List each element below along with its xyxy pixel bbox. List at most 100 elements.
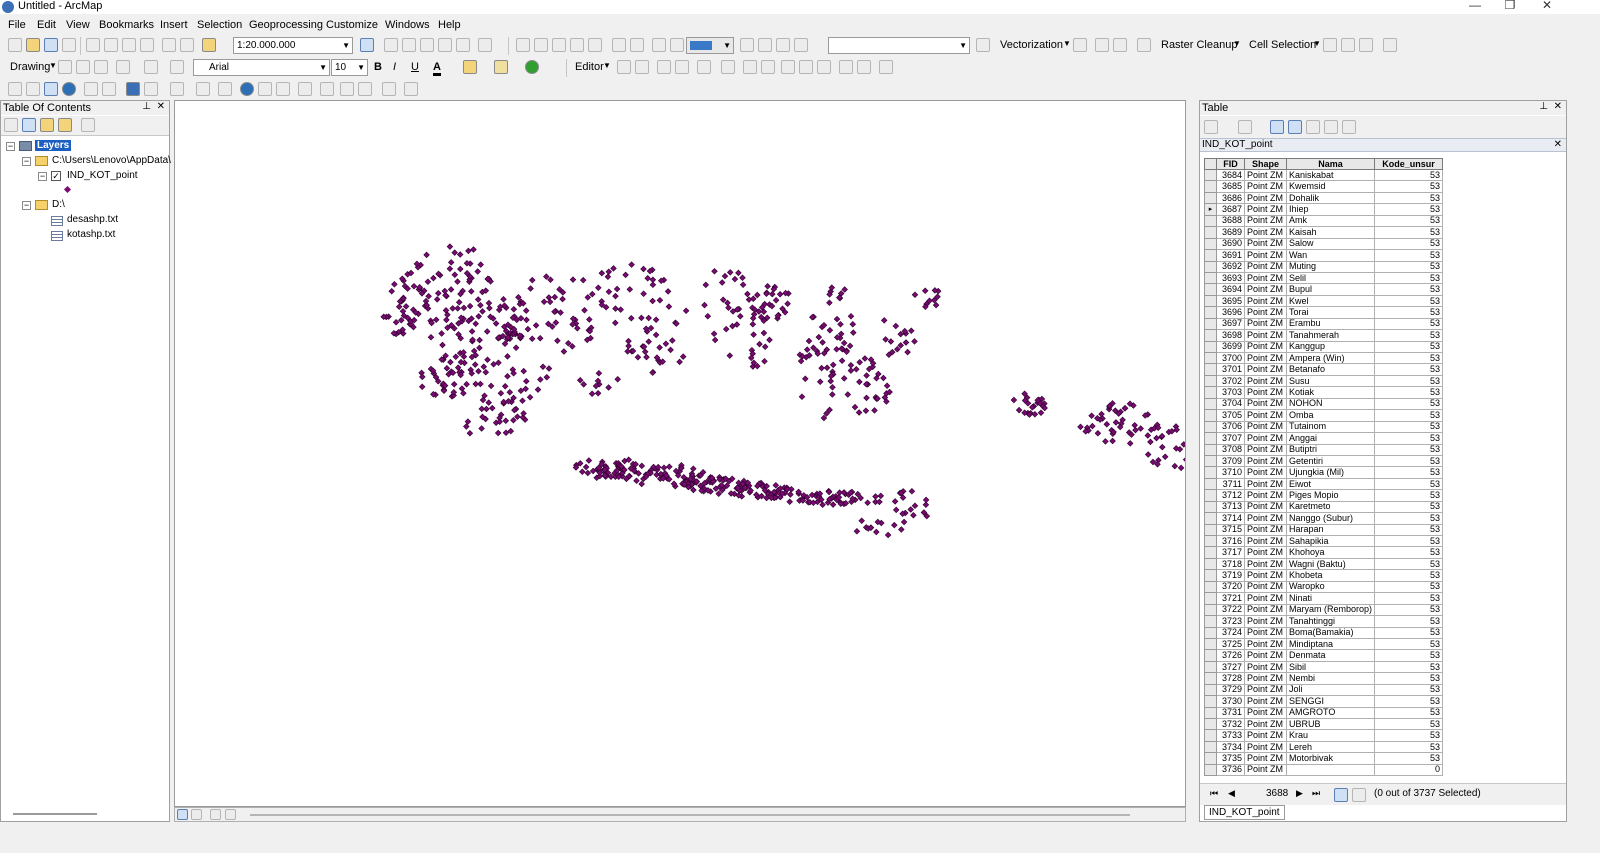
- map-point[interactable]: [624, 348, 631, 355]
- map-point[interactable]: [443, 364, 451, 372]
- map-point[interactable]: [466, 302, 474, 310]
- map-point[interactable]: [704, 313, 712, 320]
- table-options-icon[interactable]: [1204, 120, 1218, 134]
- map-point[interactable]: [502, 417, 510, 425]
- arctoolbox-icon[interactable]: [438, 38, 452, 52]
- map-point[interactable]: [798, 393, 806, 401]
- table-row[interactable]: 3706 Point ZM Tutainom 53: [1204, 420, 1444, 434]
- column-header-kode-unsur[interactable]: Kode_unsur: [1374, 158, 1444, 170]
- table-row[interactable]: 3711 Point ZM Eiwot 53: [1204, 477, 1444, 491]
- map-point[interactable]: [922, 496, 930, 504]
- cell-fid[interactable]: 3698: [1216, 329, 1245, 342]
- new-document-icon[interactable]: [8, 38, 22, 52]
- map-point[interactable]: [908, 327, 915, 335]
- cell-nama[interactable]: Karetmeto: [1285, 500, 1376, 514]
- menu-view[interactable]: View: [66, 19, 90, 31]
- map-point[interactable]: [711, 336, 719, 344]
- toc-options-icon[interactable]: [81, 118, 95, 132]
- row-selector[interactable]: [1204, 637, 1217, 651]
- create-features-icon[interactable]: [857, 60, 871, 74]
- row-selector[interactable]: [1204, 477, 1217, 491]
- table-row[interactable]: 3718 Point ZM Wagni (Baktu) 53: [1204, 557, 1444, 571]
- map-point[interactable]: [492, 320, 500, 327]
- cell-nama[interactable]: Waropko: [1285, 580, 1376, 594]
- map-point[interactable]: [543, 374, 551, 381]
- map-point[interactable]: [447, 286, 455, 293]
- cell-shape[interactable]: Point ZM: [1244, 649, 1287, 662]
- map-point[interactable]: [745, 296, 753, 303]
- map-point[interactable]: [475, 368, 482, 375]
- map-point[interactable]: [552, 319, 560, 326]
- map-point[interactable]: [823, 364, 831, 372]
- row-selector[interactable]: [1204, 706, 1217, 720]
- map-point[interactable]: [833, 315, 841, 323]
- cell-kode-unsur[interactable]: 53: [1374, 329, 1444, 342]
- map-point[interactable]: [526, 393, 534, 401]
- select-features-icon[interactable]: [170, 82, 184, 96]
- map-point[interactable]: [519, 397, 526, 404]
- map-point[interactable]: [447, 358, 454, 366]
- row-selector[interactable]: [1204, 672, 1217, 685]
- map-point[interactable]: [438, 330, 445, 337]
- cell-selection-dropdown-icon[interactable]: ▼: [1313, 39, 1321, 48]
- map-view[interactable]: [174, 100, 1186, 807]
- row-selector[interactable]: [1204, 329, 1217, 342]
- map-point[interactable]: [454, 364, 462, 371]
- cell-kode-unsur[interactable]: 53: [1374, 717, 1444, 731]
- map-point[interactable]: [484, 356, 491, 364]
- row-selector[interactable]: [1204, 615, 1217, 628]
- row-selector[interactable]: [1204, 180, 1217, 193]
- map-point[interactable]: [495, 359, 502, 367]
- table-row[interactable]: 3736 Point ZM 0: [1204, 763, 1444, 777]
- map-point[interactable]: [463, 423, 470, 430]
- cell-shape[interactable]: Point ZM: [1244, 695, 1287, 708]
- cell-shape[interactable]: Point ZM: [1244, 626, 1287, 639]
- cell-kode-unsur[interactable]: 53: [1374, 214, 1444, 228]
- related-tables-icon[interactable]: [1238, 120, 1252, 134]
- cell-kode-unsur[interactable]: 53: [1374, 500, 1444, 514]
- row-selector[interactable]: [1204, 763, 1217, 777]
- table-pin-icon[interactable]: ⊥: [1539, 101, 1548, 112]
- cell-selection-menu[interactable]: Cell Selection: [1249, 39, 1316, 51]
- cell-shape[interactable]: Point ZM: [1244, 454, 1287, 468]
- map-point[interactable]: [853, 527, 861, 535]
- cell-fid[interactable]: 3702: [1216, 374, 1245, 388]
- cell-shape[interactable]: Point ZM: [1244, 740, 1287, 754]
- table-row[interactable]: 3693 Point ZM Selil 53: [1204, 271, 1444, 285]
- toc-close-icon[interactable]: ✕: [157, 101, 165, 112]
- cell-shape[interactable]: Point ZM: [1244, 592, 1287, 605]
- table-row[interactable]: 3725 Point ZM Mindiptana 53: [1204, 637, 1444, 651]
- row-selector[interactable]: [1204, 454, 1217, 468]
- cell-kode-unsur[interactable]: 53: [1374, 706, 1444, 720]
- zoom-out-icon[interactable]: [26, 82, 40, 96]
- map-point[interactable]: [676, 358, 683, 366]
- rectangle-icon[interactable]: [116, 60, 130, 74]
- cell-fid[interactable]: 3714: [1216, 512, 1245, 525]
- map-point[interactable]: [856, 378, 863, 386]
- cell-shape[interactable]: Point ZM: [1244, 603, 1287, 617]
- map-point[interactable]: [1177, 464, 1185, 472]
- map-point[interactable]: [724, 299, 731, 307]
- map-point[interactable]: [640, 265, 647, 273]
- cell-kode-unsur[interactable]: 53: [1374, 557, 1444, 571]
- cell-kode-unsur[interactable]: 53: [1374, 454, 1444, 468]
- cell-shape[interactable]: Point ZM: [1244, 569, 1287, 582]
- cell-kode-unsur[interactable]: 53: [1374, 271, 1444, 285]
- map-point[interactable]: [884, 531, 892, 539]
- cell-nama[interactable]: Kwemsid: [1285, 180, 1376, 193]
- map-point[interactable]: [487, 382, 495, 390]
- cell-shape[interactable]: Point ZM: [1244, 546, 1287, 559]
- cell-fid[interactable]: 3735: [1216, 752, 1245, 765]
- raster-cleanup-menu[interactable]: Raster Cleanup: [1161, 39, 1237, 51]
- cell-nama[interactable]: Amk: [1285, 214, 1376, 228]
- measure-icon[interactable]: [298, 82, 312, 96]
- table-row[interactable]: 3716 Point ZM Sahapikia 53: [1204, 534, 1444, 548]
- layers-collapse-icon[interactable]: −: [6, 142, 15, 151]
- map-point[interactable]: [911, 502, 919, 509]
- map-point[interactable]: [419, 373, 426, 381]
- menu-bookmarks[interactable]: Bookmarks: [99, 19, 154, 31]
- marker-color-icon[interactable]: [525, 60, 539, 74]
- table-row[interactable]: 3685 Point ZM Kwemsid 53: [1204, 180, 1444, 193]
- map-point[interactable]: [441, 287, 449, 295]
- map-point[interactable]: [471, 361, 479, 368]
